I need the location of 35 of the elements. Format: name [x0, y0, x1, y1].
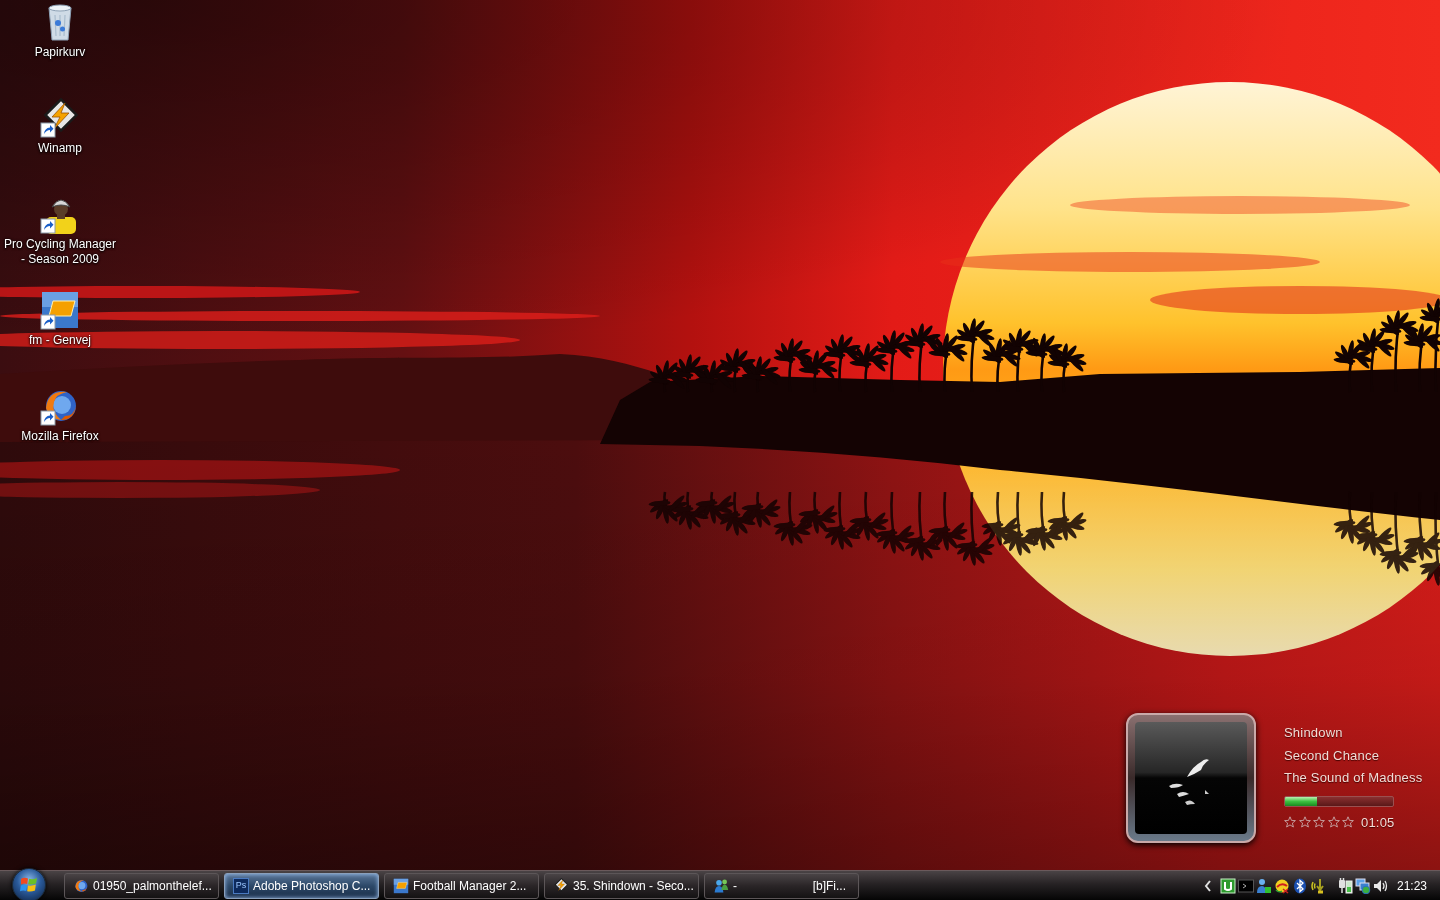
- taskbar-button[interactable]: Ps Adobe Photoshop C...: [224, 872, 379, 899]
- taskbar-button[interactable]: - [b]Fi...: [704, 872, 859, 899]
- power-plug-icon[interactable]: [1336, 877, 1353, 894]
- desktop-item[interactable]: Winamp: [37, 96, 83, 156]
- person-icon[interactable]: [1255, 877, 1272, 894]
- tile-icon[interactable]: [1219, 877, 1236, 894]
- star-icon[interactable]: [1313, 816, 1325, 828]
- desktop-item[interactable]: Pro Cycling Manager - Season 2009: [0, 192, 120, 267]
- album-title: The Sound of Madness: [1284, 769, 1423, 787]
- desktop-item[interactable]: Mozilla Firefox: [20, 384, 100, 444]
- star-rating[interactable]: [1284, 816, 1354, 828]
- taskbar-button[interactable]: 35. Shindown - Seco...: [544, 872, 699, 899]
- globe-icon: [73, 877, 89, 894]
- artist-name: Shindown: [1284, 724, 1344, 742]
- flag-icon: [20, 876, 38, 893]
- clock[interactable]: 21:23: [1396, 876, 1427, 895]
- tile-icon: [393, 877, 409, 894]
- desktop-item[interactable]: fm - Genvej: [28, 288, 92, 348]
- star-icon[interactable]: [1342, 816, 1354, 828]
- ball-icon[interactable]: [1273, 877, 1290, 894]
- start-button[interactable]: [12, 867, 46, 900]
- download-arrow-icon[interactable]: [1309, 877, 1326, 894]
- progress-track[interactable]: [1284, 795, 1394, 807]
- elapsed-time: 01:05: [1361, 814, 1395, 830]
- bluetooth-icon[interactable]: [1291, 877, 1308, 894]
- track-title: Second Chance: [1284, 746, 1381, 765]
- taskbar-button[interactable]: 01950_palmonthelef...: [64, 872, 219, 899]
- star-icon[interactable]: [1284, 816, 1296, 828]
- network-icon[interactable]: [1354, 877, 1371, 894]
- star-icon[interactable]: [1298, 816, 1311, 828]
- people-icon: [713, 877, 729, 894]
- desktop-item[interactable]: Papirkurv: [33, 0, 87, 60]
- taskbar-button[interactable]: Football Manager 2...: [384, 872, 539, 899]
- app-logo: Ps: [233, 877, 249, 894]
- star-icon[interactable]: [1327, 816, 1340, 828]
